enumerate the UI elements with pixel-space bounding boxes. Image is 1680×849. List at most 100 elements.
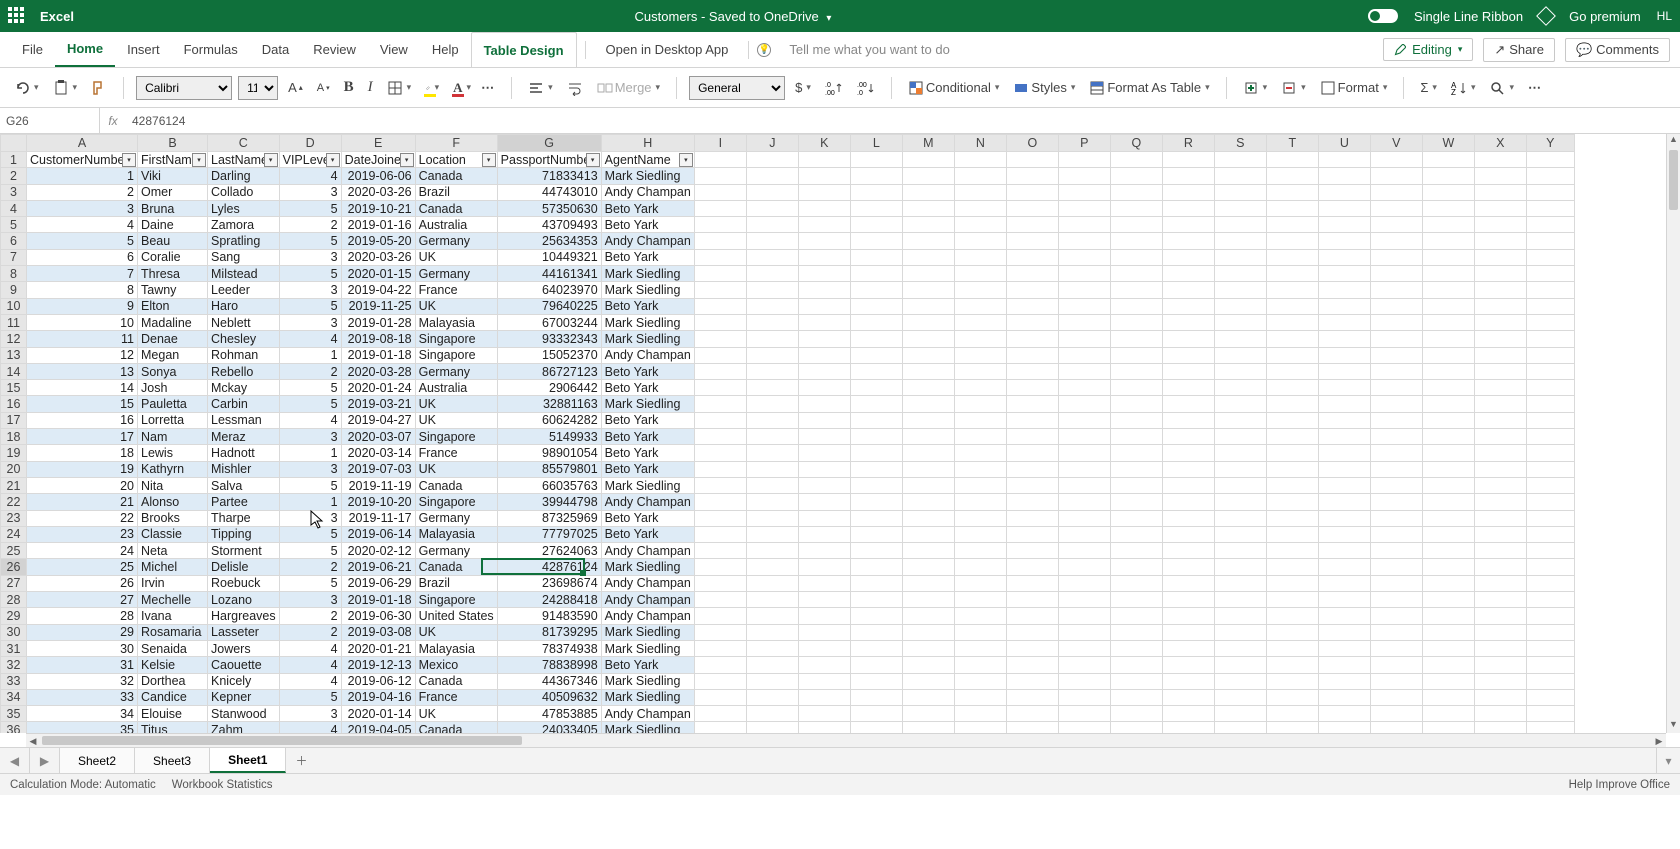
cell[interactable]: Alonso xyxy=(138,494,208,510)
cell[interactable]: Beto Yark xyxy=(601,363,694,379)
cell[interactable]: Omer xyxy=(138,184,208,200)
cell[interactable] xyxy=(1526,412,1574,428)
cell[interactable] xyxy=(694,249,746,265)
row-header[interactable]: 13 xyxy=(1,347,27,363)
row-header[interactable]: 32 xyxy=(1,657,27,673)
cell[interactable]: Senaida xyxy=(138,640,208,656)
insert-cells-button[interactable] xyxy=(1239,78,1272,98)
cell[interactable]: 4 xyxy=(279,412,341,428)
cell[interactable] xyxy=(1370,543,1422,559)
filter-button[interactable]: ▾ xyxy=(326,153,340,167)
cell[interactable]: 93332343 xyxy=(497,331,601,347)
cell[interactable] xyxy=(1474,331,1526,347)
cell[interactable] xyxy=(954,363,1006,379)
cell[interactable] xyxy=(1006,559,1058,575)
cell[interactable]: Malayasia xyxy=(415,314,497,330)
cell[interactable]: Dorthea xyxy=(138,673,208,689)
row-header[interactable]: 23 xyxy=(1,510,27,526)
cell[interactable]: Beto Yark xyxy=(601,445,694,461)
cell[interactable]: 2 xyxy=(279,624,341,640)
cell[interactable]: Beto Yark xyxy=(601,510,694,526)
cell[interactable] xyxy=(1266,526,1318,542)
cell[interactable] xyxy=(902,689,954,705)
cell[interactable] xyxy=(902,412,954,428)
cell[interactable]: 81739295 xyxy=(497,624,601,640)
cell[interactable]: Titus xyxy=(138,722,208,733)
cell[interactable]: 31 xyxy=(27,657,138,673)
cell[interactable]: 4 xyxy=(279,657,341,673)
sheet-tab-sheet3[interactable]: Sheet3 xyxy=(135,748,210,773)
cell[interactable] xyxy=(1422,347,1474,363)
cell[interactable] xyxy=(1214,380,1266,396)
merge-button[interactable]: Merge xyxy=(593,78,664,98)
cell[interactable]: 32 xyxy=(27,673,138,689)
cell[interactable]: Germany xyxy=(415,266,497,282)
cell[interactable] xyxy=(1474,266,1526,282)
cell[interactable] xyxy=(1370,380,1422,396)
cell[interactable] xyxy=(850,722,902,733)
cell[interactable]: 2906442 xyxy=(497,380,601,396)
sheet-table[interactable]: ABCDEFGHIJKLMNOPQRSTUVWXY1CustomerNumber… xyxy=(0,134,1575,733)
cell[interactable] xyxy=(902,298,954,314)
cell[interactable] xyxy=(954,266,1006,282)
cell[interactable]: 3 xyxy=(279,592,341,608)
cell[interactable]: CustomerNumber▾ xyxy=(27,152,138,168)
cell[interactable] xyxy=(850,168,902,184)
cell[interactable] xyxy=(1318,559,1370,575)
cell[interactable]: 2019-01-18 xyxy=(341,347,415,363)
bold-button[interactable]: B xyxy=(340,77,358,98)
row-header[interactable]: 36 xyxy=(1,722,27,733)
cell[interactable] xyxy=(1006,640,1058,656)
undo-button[interactable] xyxy=(10,78,43,98)
cell[interactable] xyxy=(1526,200,1574,216)
column-header-M[interactable]: M xyxy=(902,135,954,152)
cell[interactable] xyxy=(1162,412,1214,428)
row-header[interactable]: 7 xyxy=(1,249,27,265)
italic-button[interactable]: I xyxy=(364,77,377,98)
cell[interactable] xyxy=(1162,168,1214,184)
cell[interactable]: 26 xyxy=(27,575,138,591)
cell[interactable] xyxy=(1370,461,1422,477)
cell[interactable]: Knicely xyxy=(208,673,280,689)
cell[interactable] xyxy=(954,396,1006,412)
cell[interactable] xyxy=(1214,217,1266,233)
cell[interactable] xyxy=(1526,152,1574,168)
cell[interactable] xyxy=(850,526,902,542)
cell[interactable] xyxy=(1526,266,1574,282)
cell[interactable] xyxy=(1214,168,1266,184)
column-header-U[interactable]: U xyxy=(1318,135,1370,152)
cell[interactable] xyxy=(954,543,1006,559)
cell[interactable] xyxy=(1214,624,1266,640)
cell[interactable] xyxy=(1110,200,1162,216)
cell[interactable] xyxy=(1006,266,1058,282)
cell[interactable]: 2019-12-13 xyxy=(341,657,415,673)
cell[interactable] xyxy=(1422,722,1474,733)
cell[interactable] xyxy=(1422,706,1474,722)
cell[interactable] xyxy=(1110,429,1162,445)
cell[interactable] xyxy=(850,380,902,396)
cell[interactable] xyxy=(1162,510,1214,526)
cell[interactable] xyxy=(1006,200,1058,216)
cell[interactable] xyxy=(1162,689,1214,705)
cell[interactable] xyxy=(694,217,746,233)
column-header-W[interactable]: W xyxy=(1422,135,1474,152)
cell[interactable]: 4 xyxy=(27,217,138,233)
cell[interactable] xyxy=(902,543,954,559)
cell[interactable] xyxy=(1318,510,1370,526)
cell[interactable]: Brazil xyxy=(415,575,497,591)
row-header[interactable]: 1 xyxy=(1,152,27,168)
cell[interactable] xyxy=(1162,706,1214,722)
cell[interactable] xyxy=(1370,249,1422,265)
cell[interactable]: Zamora xyxy=(208,217,280,233)
cell[interactable]: United States xyxy=(415,608,497,624)
cell[interactable] xyxy=(1318,640,1370,656)
cell[interactable] xyxy=(1370,200,1422,216)
cell[interactable]: Beto Yark xyxy=(601,249,694,265)
cell[interactable] xyxy=(1422,477,1474,493)
cell[interactable]: 21 xyxy=(27,494,138,510)
cell[interactable] xyxy=(954,673,1006,689)
cell[interactable] xyxy=(1162,559,1214,575)
cell[interactable] xyxy=(954,233,1006,249)
row-header[interactable]: 20 xyxy=(1,461,27,477)
column-header-X[interactable]: X xyxy=(1474,135,1526,152)
